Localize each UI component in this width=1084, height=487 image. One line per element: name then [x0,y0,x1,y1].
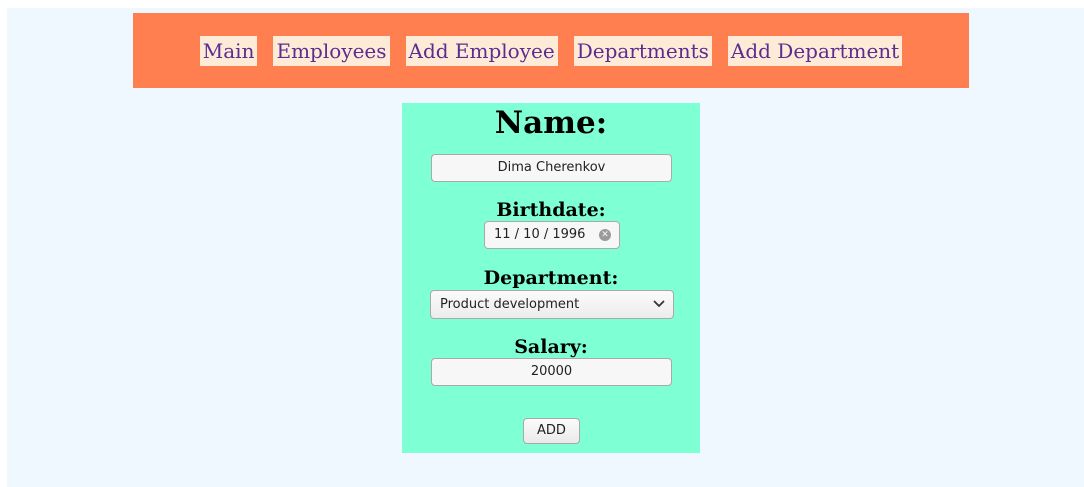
nav-link-add-employee[interactable]: Add Employee [405,35,558,66]
chevron-down-icon [653,300,665,307]
nav-link-add-department[interactable]: Add Department [727,35,903,66]
name-label: Name: [494,105,608,141]
name-input[interactable]: Dima Cherenkov [431,154,672,182]
birthdate-label: Birthdate: [496,199,606,221]
nav-link-employees[interactable]: Employees [273,35,390,66]
clear-circle-icon[interactable]: ✕ [599,229,611,241]
add-employee-form: Name: Dima Cherenkov Birthdate: 11 / 10 … [402,103,700,453]
add-button[interactable]: ADD [523,418,580,444]
salary-input[interactable]: 20000 [431,358,672,386]
department-select[interactable]: Product development [430,290,674,319]
nav-link-main[interactable]: Main [199,35,258,66]
nav-link-departments[interactable]: Departments [573,35,712,66]
birthdate-input[interactable]: 11 / 10 / 1996 ✕ [484,221,620,249]
page-body: Main Employees Add Employee Departments … [7,8,1084,487]
birthdate-value: 11 / 10 / 1996 [494,227,586,242]
department-label: Department: [483,267,619,289]
department-selected-value: Product development [440,297,580,312]
top-navbar: Main Employees Add Employee Departments … [133,13,969,88]
salary-label: Salary: [514,336,588,358]
